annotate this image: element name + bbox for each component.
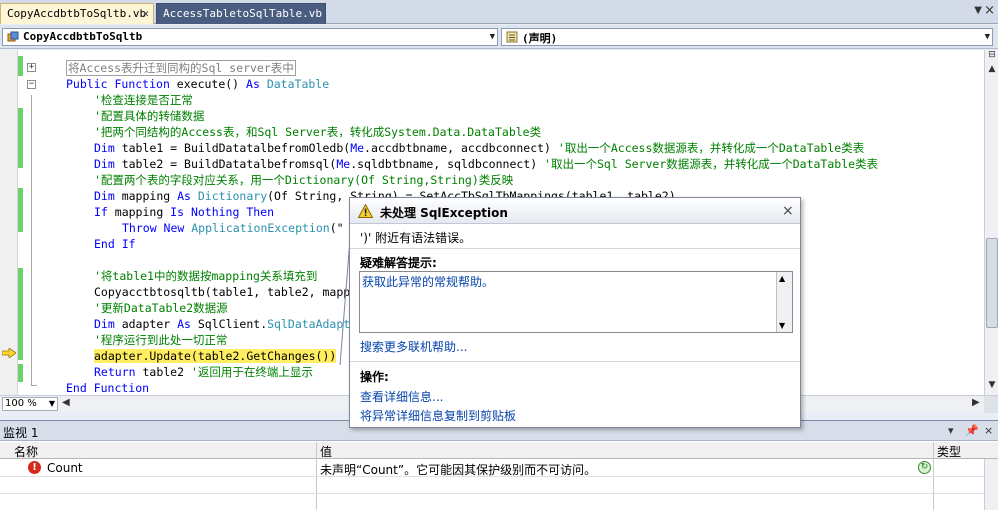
warning-icon: [358, 204, 373, 218]
execution-pointer-icon: [2, 348, 16, 358]
table-row-empty[interactable]: [0, 477, 998, 494]
split-handle-icon[interactable]: ⊟: [986, 50, 998, 64]
code-line: Dim table1 = BuildDatatalbefromOledb(Me.…: [94, 141, 865, 155]
exception-heading: 未处理 SqlException: [380, 206, 508, 220]
table-row[interactable]: ! Count 未声明“Count”。它可能因其保护级别而不可访问。 ↻: [0, 459, 998, 477]
change-bar: [18, 56, 23, 76]
divider: [350, 361, 800, 362]
declarations-icon: [506, 31, 518, 43]
divider: [350, 248, 800, 249]
code-line: '程序运行到此处一切正常: [94, 333, 228, 347]
code-line: Throw New ApplicationException(": [122, 221, 344, 235]
watch-panel: 监视 1 ▾ 📌 × 名称 值 类型 ! Count 未声明“Count”。它可…: [0, 420, 998, 510]
code-line: Return table2 '返回用于在终端上显示: [94, 365, 313, 379]
zoom-combo[interactable]: 100 % ▼: [2, 397, 58, 411]
outline-guide: [31, 95, 32, 385]
scroll-thumb[interactable]: [986, 238, 998, 328]
tab-label: CopyAccdbtbToSqltb.vb: [7, 7, 147, 20]
code-line: Dim adapter As SqlClient.SqlDataAdapt: [94, 317, 351, 331]
view-detail-link[interactable]: 查看详细信息...: [360, 388, 443, 405]
tab-copyaccdbtbtosqltb[interactable]: CopyAccdbtbToSqltb.vb ×: [0, 3, 154, 24]
change-bar: [18, 108, 23, 168]
collapsed-region[interactable]: 将Access表升迁到同构的Sql server表中: [66, 60, 296, 76]
change-bar: [18, 364, 23, 382]
watch-name-cell[interactable]: Count: [47, 461, 83, 475]
member-combo-value: (声明): [522, 32, 558, 45]
expand-region-icon[interactable]: +: [27, 63, 36, 72]
scroll-up-icon[interactable]: ▲: [986, 64, 998, 77]
exception-title-bar: 未处理 SqlException ×: [350, 198, 800, 224]
class-combo-value: CopyAccdbtbToSqltb: [23, 30, 143, 43]
zoom-value: 100 %: [5, 398, 37, 409]
watch-vertical-scrollbar[interactable]: [984, 459, 998, 510]
error-icon: !: [28, 461, 41, 474]
outline-guide-end: [31, 385, 37, 386]
tab-accesstabletosqltable[interactable]: AccessTabletoSqlTable.vb: [156, 3, 326, 24]
troubleshooting-tips-label: 疑难解答提示:: [360, 256, 437, 270]
tab-list-dropdown-icon[interactable]: ▼: [974, 5, 982, 16]
exception-assistant: 未处理 SqlException × ')' 附近有语法错误。 疑难解答提示: …: [349, 197, 801, 428]
indicator-margin: [0, 50, 18, 395]
code-line: '把两个同结构的Access表，和Sql Server表，转化成System.D…: [94, 125, 542, 139]
code-line-current: adapter.Update(table2.GetChanges()): [94, 348, 337, 364]
column-header-type[interactable]: 类型: [937, 443, 961, 460]
search-online-help-link[interactable]: 搜索更多联机帮助...: [360, 338, 467, 355]
column-header-value[interactable]: 值: [320, 443, 332, 460]
current-statement: adapter.Update(table2.GetChanges()): [94, 349, 337, 363]
scroll-corner: [984, 396, 998, 413]
code-line: End If: [94, 237, 136, 251]
code-line: 将Access表升迁到同构的Sql server表中: [66, 60, 296, 76]
chevron-down-icon[interactable]: ▼: [49, 399, 55, 408]
member-combo[interactable]: (声明) ▼: [501, 28, 993, 46]
pin-icon[interactable]: 📌: [965, 424, 979, 437]
code-line: End Function: [66, 381, 150, 395]
code-line: '检查连接是否正常: [94, 93, 193, 107]
code-line: Copyacctbtosqltb(table1, table2, mapp: [94, 285, 351, 299]
navigation-bar: CopyAccdbtbToSqltb ▼ (声明) ▼: [0, 25, 998, 49]
tips-scrollbar[interactable]: ▲ ▼: [776, 272, 792, 332]
code-line: '配置具体的转储数据: [94, 109, 205, 123]
chevron-down-icon[interactable]: ▼: [490, 32, 495, 42]
code-line: Public Function execute() As DataTable: [66, 77, 330, 91]
close-document-icon[interactable]: ×: [984, 3, 995, 18]
scroll-down-icon[interactable]: ▼: [779, 321, 785, 330]
document-tab-strip: CopyAccdbtbToSqltb.vb × AccessTabletoSql…: [0, 0, 998, 24]
watch-value-cell[interactable]: 未声明“Count”。它可能因其保护级别而不可访问。: [320, 461, 596, 478]
code-line: '将table1中的数据按mapping关系填充到: [94, 269, 318, 283]
scroll-down-icon[interactable]: ▼: [986, 380, 998, 393]
scroll-right-icon[interactable]: ▶: [972, 397, 980, 408]
close-icon[interactable]: ×: [782, 203, 794, 219]
change-bar: [18, 188, 23, 232]
close-icon[interactable]: ×: [984, 424, 993, 437]
code-line: Dim table2 = BuildDatatalbefromsql(Me.sq…: [94, 157, 879, 171]
close-tab-icon[interactable]: ×: [142, 7, 149, 20]
copy-exception-link[interactable]: 将异常详细信息复制到剪贴板: [360, 407, 516, 424]
watch-column-headers: 名称 值 类型: [0, 442, 998, 459]
change-bar: [18, 268, 23, 360]
class-combo[interactable]: CopyAccdbtbToSqltb ▼: [2, 28, 498, 46]
code-line: If mapping Is Nothing Then: [94, 205, 275, 219]
editor-vertical-scrollbar[interactable]: ⊟ ▲ ▼: [984, 50, 998, 395]
scroll-left-icon[interactable]: ◀: [62, 397, 70, 408]
class-icon: [7, 31, 19, 42]
exception-message: ')' 附近有语法错误。: [360, 231, 472, 245]
scroll-up-icon[interactable]: ▲: [779, 274, 785, 283]
watch-panel-title: 监视 1: [3, 426, 39, 440]
actions-label: 操作:: [360, 370, 389, 384]
code-line: '更新DataTable2数据源: [94, 301, 228, 315]
chevron-down-icon[interactable]: ▼: [985, 32, 990, 42]
refresh-icon[interactable]: ↻: [918, 461, 931, 474]
general-help-link[interactable]: 获取此异常的常规帮助。: [362, 273, 494, 290]
code-line: '配置两个表的字段对应关系，用一个Dictionary(Of String,St…: [94, 173, 514, 187]
column-header-name[interactable]: 名称: [14, 443, 38, 460]
troubleshooting-tips-list[interactable]: 获取此异常的常规帮助。 ▲ ▼: [359, 271, 793, 333]
collapse-region-icon[interactable]: −: [27, 80, 36, 89]
tab-label: AccessTabletoSqlTable.vb: [163, 7, 322, 20]
window-position-icon[interactable]: ▾: [948, 424, 954, 437]
